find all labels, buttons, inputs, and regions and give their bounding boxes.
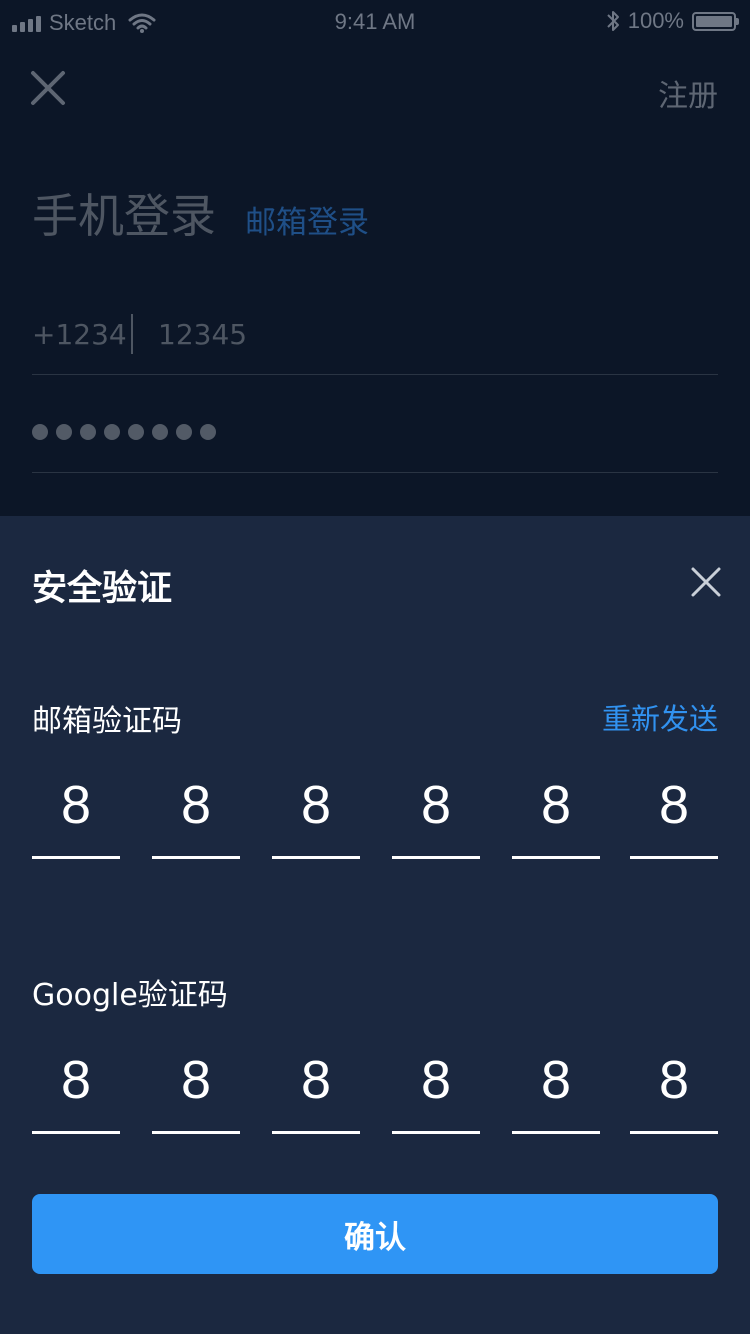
- email-code-cell[interactable]: 8: [32, 769, 120, 859]
- status-right: 100%: [606, 8, 739, 34]
- code-digit: 8: [658, 1050, 690, 1110]
- code-digit: 8: [300, 775, 332, 835]
- email-code-cell[interactable]: 8: [152, 769, 240, 859]
- cell-underline: [392, 1131, 480, 1134]
- phone-login-title: 手机登录: [32, 189, 216, 243]
- status-bar: Sketch 9:41 AM 100%: [0, 0, 750, 44]
- code-digit: 8: [180, 1050, 212, 1110]
- code-digit: 8: [420, 775, 452, 835]
- google-code-cell[interactable]: 8: [32, 1044, 120, 1134]
- register-link[interactable]: 注册: [658, 71, 718, 115]
- cell-underline: [152, 1131, 240, 1134]
- country-code-selector[interactable]: +1234: [32, 318, 127, 351]
- resend-button[interactable]: 重新发送: [602, 696, 718, 738]
- battery-icon: [692, 11, 739, 31]
- code-digit: 8: [300, 1050, 332, 1110]
- code-digit: 8: [540, 775, 572, 835]
- email-code-cell[interactable]: 8: [272, 769, 360, 859]
- password-input[interactable]: [32, 424, 216, 440]
- google-code-cell[interactable]: 8: [272, 1044, 360, 1134]
- confirm-button[interactable]: 确认: [32, 1194, 718, 1274]
- code-digit: 8: [180, 775, 212, 835]
- cell-underline: [630, 856, 718, 859]
- battery-percent: 100%: [627, 8, 684, 33]
- phone-input[interactable]: 12345: [158, 318, 247, 351]
- password-underline: [32, 472, 718, 473]
- google-code-label: Google验证码: [32, 978, 228, 1013]
- phone-underline: [32, 374, 718, 375]
- google-code-input[interactable]: 8 8 8 8 8 8: [32, 1044, 718, 1134]
- code-digit: 8: [60, 1050, 92, 1110]
- bluetooth-icon: [607, 11, 619, 31]
- email-code-input[interactable]: 8 8 8 8 8 8: [32, 769, 718, 859]
- code-digit: 8: [60, 775, 92, 835]
- code-digit: 8: [658, 775, 690, 835]
- cell-underline: [630, 1131, 718, 1134]
- sheet-title: 安全验证: [32, 569, 173, 609]
- close-icon[interactable]: [30, 70, 66, 106]
- email-code-cell[interactable]: 8: [630, 769, 718, 859]
- code-digit: 8: [420, 1050, 452, 1110]
- email-code-label: 邮箱验证码: [32, 704, 182, 739]
- cell-underline: [392, 856, 480, 859]
- security-verification-sheet: 安全验证 邮箱验证码 重新发送 8 8 8 8 8 8 Google验证码 8 …: [0, 516, 750, 1334]
- email-code-cell[interactable]: 8: [512, 769, 600, 859]
- cell-underline: [32, 856, 120, 859]
- google-code-cell[interactable]: 8: [152, 1044, 240, 1134]
- field-divider: [131, 314, 133, 354]
- email-code-cell[interactable]: 8: [392, 769, 480, 859]
- google-code-cell[interactable]: 8: [630, 1044, 718, 1134]
- code-digit: 8: [540, 1050, 572, 1110]
- cell-underline: [512, 856, 600, 859]
- close-icon[interactable]: [690, 566, 722, 598]
- google-code-cell[interactable]: 8: [392, 1044, 480, 1134]
- email-login-tab[interactable]: 邮箱登录: [245, 197, 369, 242]
- cell-underline: [152, 856, 240, 859]
- cell-underline: [32, 1131, 120, 1134]
- cell-underline: [272, 856, 360, 859]
- cell-underline: [272, 1131, 360, 1134]
- cell-underline: [512, 1131, 600, 1134]
- google-code-cell[interactable]: 8: [512, 1044, 600, 1134]
